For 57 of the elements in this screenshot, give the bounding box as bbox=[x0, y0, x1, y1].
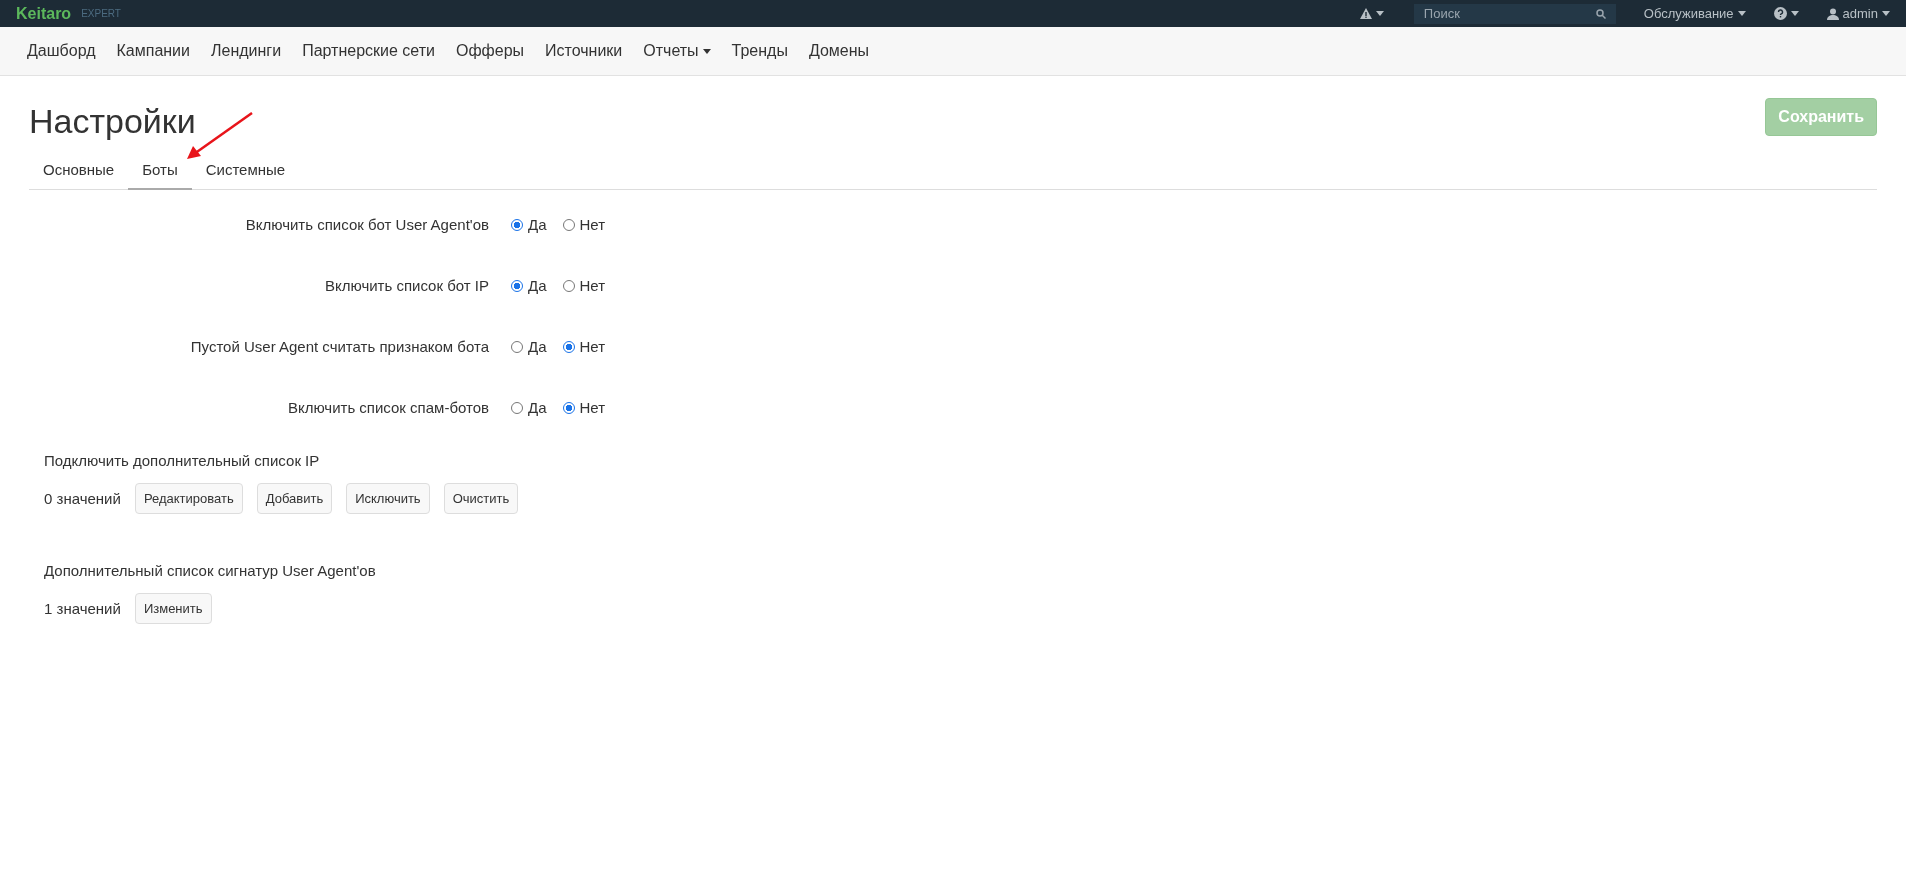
caret-icon bbox=[1375, 11, 1384, 16]
radio-option[interactable]: Нет bbox=[562, 399, 606, 416]
list-button[interactable]: Редактировать bbox=[134, 483, 243, 514]
user-icon bbox=[1826, 7, 1839, 20]
nav-link[interactable]: Тренды bbox=[731, 42, 788, 60]
page-title: Настройки bbox=[29, 102, 196, 141]
nav-link[interactable]: Лендинги bbox=[211, 42, 282, 60]
user-menu[interactable]: admin bbox=[1826, 6, 1890, 21]
help-icon bbox=[1773, 7, 1787, 20]
list-button[interactable]: Очистить bbox=[443, 483, 519, 514]
radio-option[interactable]: Нет bbox=[562, 277, 606, 294]
caret-icon bbox=[1737, 11, 1746, 16]
radio-button[interactable] bbox=[562, 279, 575, 292]
edition-label: EXPERT bbox=[81, 8, 121, 19]
radio-option[interactable]: Да bbox=[511, 277, 547, 294]
setting-label: Включить список бот IP bbox=[324, 277, 489, 294]
search-icon bbox=[1595, 8, 1606, 19]
service-menu[interactable]: Обслуживание bbox=[1643, 6, 1746, 21]
radio-button[interactable] bbox=[511, 279, 523, 292]
setting-label: Включить список бот User Agent'ов bbox=[244, 216, 489, 233]
nav-link[interactable]: Дашборд bbox=[27, 42, 96, 60]
caret-icon bbox=[1882, 11, 1890, 16]
list-button[interactable]: Добавить bbox=[256, 483, 333, 514]
list-button[interactable]: Исключить bbox=[346, 483, 430, 514]
radio-option[interactable]: Нет bbox=[562, 338, 606, 355]
search-field[interactable]: Поиск bbox=[1413, 3, 1616, 24]
value-count: 1 значений bbox=[44, 600, 121, 617]
value-count: 0 значений bbox=[44, 490, 121, 507]
nav-link[interactable]: Партнерские сети bbox=[302, 42, 435, 60]
radio-option[interactable]: Да bbox=[511, 338, 547, 355]
radio-button[interactable] bbox=[511, 218, 523, 231]
logo[interactable]: Keitaro bbox=[16, 4, 72, 23]
radio-option[interactable]: Да bbox=[511, 399, 547, 416]
nav-link[interactable]: Источники bbox=[545, 42, 623, 60]
caret-icon bbox=[1790, 11, 1799, 16]
radio-option[interactable]: Да bbox=[511, 216, 547, 233]
setting-label: Включить список спам-ботов bbox=[286, 399, 489, 416]
list-button[interactable]: Изменить bbox=[134, 593, 212, 624]
radio-button[interactable] bbox=[562, 401, 575, 414]
radio-button[interactable] bbox=[511, 401, 523, 414]
caret-icon bbox=[702, 48, 711, 54]
help-menu[interactable] bbox=[1773, 7, 1799, 20]
nav-link[interactable]: Отчеты bbox=[643, 42, 711, 60]
tab[interactable]: Системные bbox=[191, 153, 300, 190]
nav-link[interactable]: Офферы bbox=[455, 42, 525, 60]
alerts-menu[interactable] bbox=[1359, 8, 1384, 19]
radio-button[interactable] bbox=[511, 340, 523, 353]
section-title: Дополнительный список сигнатур User Agent'ов bbox=[44, 562, 376, 579]
radio-button[interactable] bbox=[562, 340, 575, 353]
tab[interactable]: Основные bbox=[29, 153, 129, 190]
warning-icon bbox=[1359, 8, 1372, 19]
radio-button[interactable] bbox=[562, 218, 575, 231]
radio-option[interactable]: Нет bbox=[562, 216, 606, 233]
section-title: Подключить дополнительный список IP bbox=[44, 452, 320, 469]
nav-link[interactable]: Домены bbox=[808, 42, 870, 60]
nav-link[interactable]: Кампании bbox=[116, 42, 190, 60]
setting-label: Пустой User Agent считать признаком бота bbox=[189, 338, 489, 355]
